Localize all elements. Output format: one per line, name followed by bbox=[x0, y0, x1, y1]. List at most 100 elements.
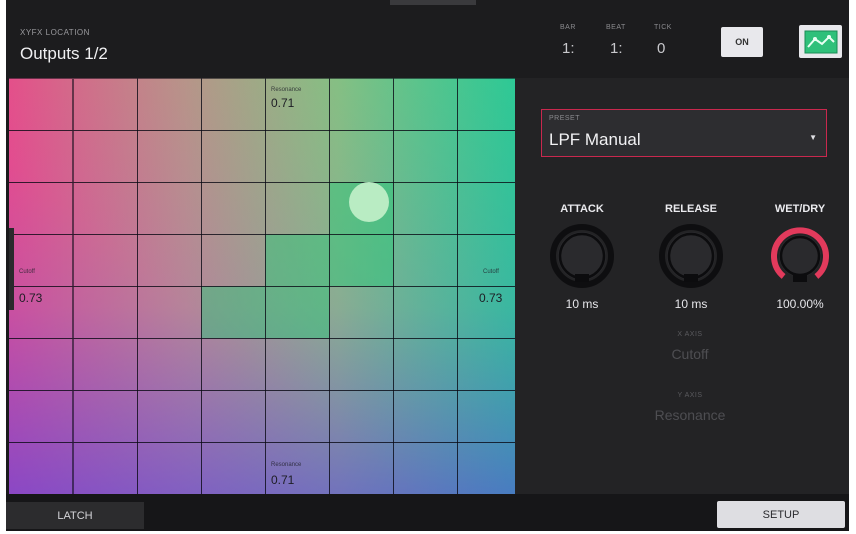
wet-dry-label: WET/DRY bbox=[774, 203, 826, 215]
right-axis-value: 0.73 bbox=[479, 291, 503, 305]
pad-cell[interactable] bbox=[201, 78, 266, 131]
pad-cell[interactable] bbox=[329, 442, 394, 494]
latch-button[interactable]: LATCH bbox=[6, 502, 144, 529]
location-value[interactable]: Outputs 1/2 bbox=[20, 44, 108, 64]
dropdown-caret-icon: ▼ bbox=[809, 133, 817, 142]
release-value: 10 ms bbox=[674, 297, 708, 311]
xy-view-button[interactable] bbox=[799, 25, 842, 58]
pad-cell[interactable] bbox=[393, 234, 458, 287]
pad-cell[interactable] bbox=[9, 442, 73, 494]
fx-settings-panel: PRESET LPF Manual ▼ ATTACK 10 ms RELEASE bbox=[515, 78, 849, 494]
pad-cell[interactable] bbox=[265, 182, 330, 235]
pad-cell[interactable] bbox=[137, 234, 202, 287]
pad-cell[interactable] bbox=[201, 442, 266, 494]
pad-cell[interactable] bbox=[265, 390, 330, 443]
pad-cell[interactable] bbox=[457, 338, 515, 391]
pad-cell[interactable] bbox=[9, 390, 73, 443]
right-axis-label: Cutoff bbox=[483, 269, 499, 275]
pad-cell[interactable] bbox=[201, 182, 266, 235]
pad-cell[interactable] bbox=[393, 390, 458, 443]
header-bar: XYFX LOCATION Outputs 1/2 BAR 1: BEAT 1:… bbox=[6, 0, 849, 78]
preset-label: PRESET bbox=[549, 115, 581, 122]
bar-value[interactable]: 1: bbox=[562, 40, 575, 57]
pad-cell[interactable] bbox=[393, 338, 458, 391]
bottom-bar: LATCH SETUP bbox=[6, 494, 849, 531]
pad-cell[interactable] bbox=[9, 234, 73, 287]
x-axis-value[interactable]: Cutoff bbox=[625, 346, 755, 362]
setup-button[interactable]: SETUP bbox=[717, 501, 845, 528]
beat-label: BEAT bbox=[606, 24, 626, 31]
beat-value[interactable]: 1: bbox=[610, 40, 623, 57]
pad-cell[interactable] bbox=[457, 390, 515, 443]
pad-cell[interactable] bbox=[457, 442, 515, 494]
knob-dial-icon bbox=[550, 224, 614, 288]
pad-cell[interactable] bbox=[73, 234, 138, 287]
pad-cell[interactable] bbox=[137, 130, 202, 183]
wet-dry-value: 100.00% bbox=[776, 297, 824, 311]
pad-cell[interactable] bbox=[73, 78, 138, 131]
pad-cell[interactable] bbox=[393, 286, 458, 339]
pad-cell[interactable] bbox=[201, 390, 266, 443]
pad-cell[interactable] bbox=[73, 182, 138, 235]
pad-cell[interactable] bbox=[329, 286, 394, 339]
preset-dropdown[interactable]: PRESET LPF Manual ▼ bbox=[541, 109, 827, 157]
pad-cell[interactable] bbox=[265, 286, 330, 339]
pad-cell[interactable] bbox=[393, 442, 458, 494]
pad-cell[interactable] bbox=[9, 78, 73, 131]
left-edge-handle[interactable] bbox=[9, 228, 14, 310]
x-axis-label: X AXIS bbox=[677, 331, 703, 338]
on-button[interactable]: ON bbox=[721, 27, 763, 57]
pad-cell[interactable] bbox=[201, 130, 266, 183]
pad-cell[interactable] bbox=[457, 130, 515, 183]
pad-cell[interactable] bbox=[137, 442, 202, 494]
pad-cell[interactable] bbox=[73, 338, 138, 391]
wet-dry-knob[interactable] bbox=[768, 224, 832, 288]
knob-dial-icon bbox=[771, 227, 829, 282]
pad-cell[interactable] bbox=[137, 286, 202, 339]
pad-cell[interactable] bbox=[329, 390, 394, 443]
xy-pad[interactable]: Resonance 0.71 Cutoff 0.73 Cutoff 0.73 R… bbox=[9, 78, 515, 494]
pad-cell[interactable] bbox=[73, 442, 138, 494]
pad-cell[interactable] bbox=[73, 286, 138, 339]
top-pull-tab[interactable] bbox=[390, 0, 476, 5]
pad-cell[interactable] bbox=[329, 234, 394, 287]
pad-cell[interactable] bbox=[201, 234, 266, 287]
pad-cell[interactable] bbox=[329, 338, 394, 391]
pad-cell[interactable] bbox=[73, 390, 138, 443]
pad-cell[interactable] bbox=[393, 130, 458, 183]
bottom-axis-value: 0.71 bbox=[271, 473, 295, 487]
pad-cell[interactable] bbox=[265, 130, 330, 183]
xy-graph-icon bbox=[804, 30, 837, 53]
pad-cell[interactable] bbox=[137, 78, 202, 131]
pad-cell[interactable] bbox=[9, 130, 73, 183]
pad-cell[interactable] bbox=[393, 78, 458, 131]
pad-cell[interactable] bbox=[201, 338, 266, 391]
pad-cell[interactable] bbox=[9, 182, 73, 235]
y-axis-label: Y AXIS bbox=[677, 392, 703, 399]
pad-cell[interactable] bbox=[329, 78, 394, 131]
y-axis-value[interactable]: Resonance bbox=[625, 407, 755, 423]
pad-cell[interactable] bbox=[73, 130, 138, 183]
location-label: XYFX LOCATION bbox=[20, 28, 90, 37]
pad-cell[interactable] bbox=[201, 286, 266, 339]
tick-value[interactable]: 0 bbox=[657, 40, 665, 57]
top-axis-label: Resonance bbox=[271, 87, 302, 93]
attack-knob[interactable] bbox=[550, 224, 614, 288]
pad-cell[interactable] bbox=[137, 182, 202, 235]
pad-cell[interactable] bbox=[137, 338, 202, 391]
release-knob[interactable] bbox=[659, 224, 723, 288]
tick-label: TICK bbox=[654, 24, 672, 31]
pad-cell[interactable] bbox=[9, 338, 73, 391]
pad-cell[interactable] bbox=[137, 390, 202, 443]
pad-cell[interactable] bbox=[329, 130, 394, 183]
pad-cell[interactable] bbox=[265, 234, 330, 287]
pad-cell[interactable] bbox=[457, 182, 515, 235]
pad-cell[interactable] bbox=[457, 234, 515, 287]
left-axis-label: Cutoff bbox=[19, 269, 35, 275]
pad-cell[interactable] bbox=[393, 182, 458, 235]
bar-label: BAR bbox=[560, 24, 576, 31]
pad-cell[interactable] bbox=[457, 78, 515, 131]
preset-value: LPF Manual bbox=[549, 130, 641, 149]
pad-cell[interactable] bbox=[265, 338, 330, 391]
pad-cursor[interactable] bbox=[349, 182, 389, 222]
